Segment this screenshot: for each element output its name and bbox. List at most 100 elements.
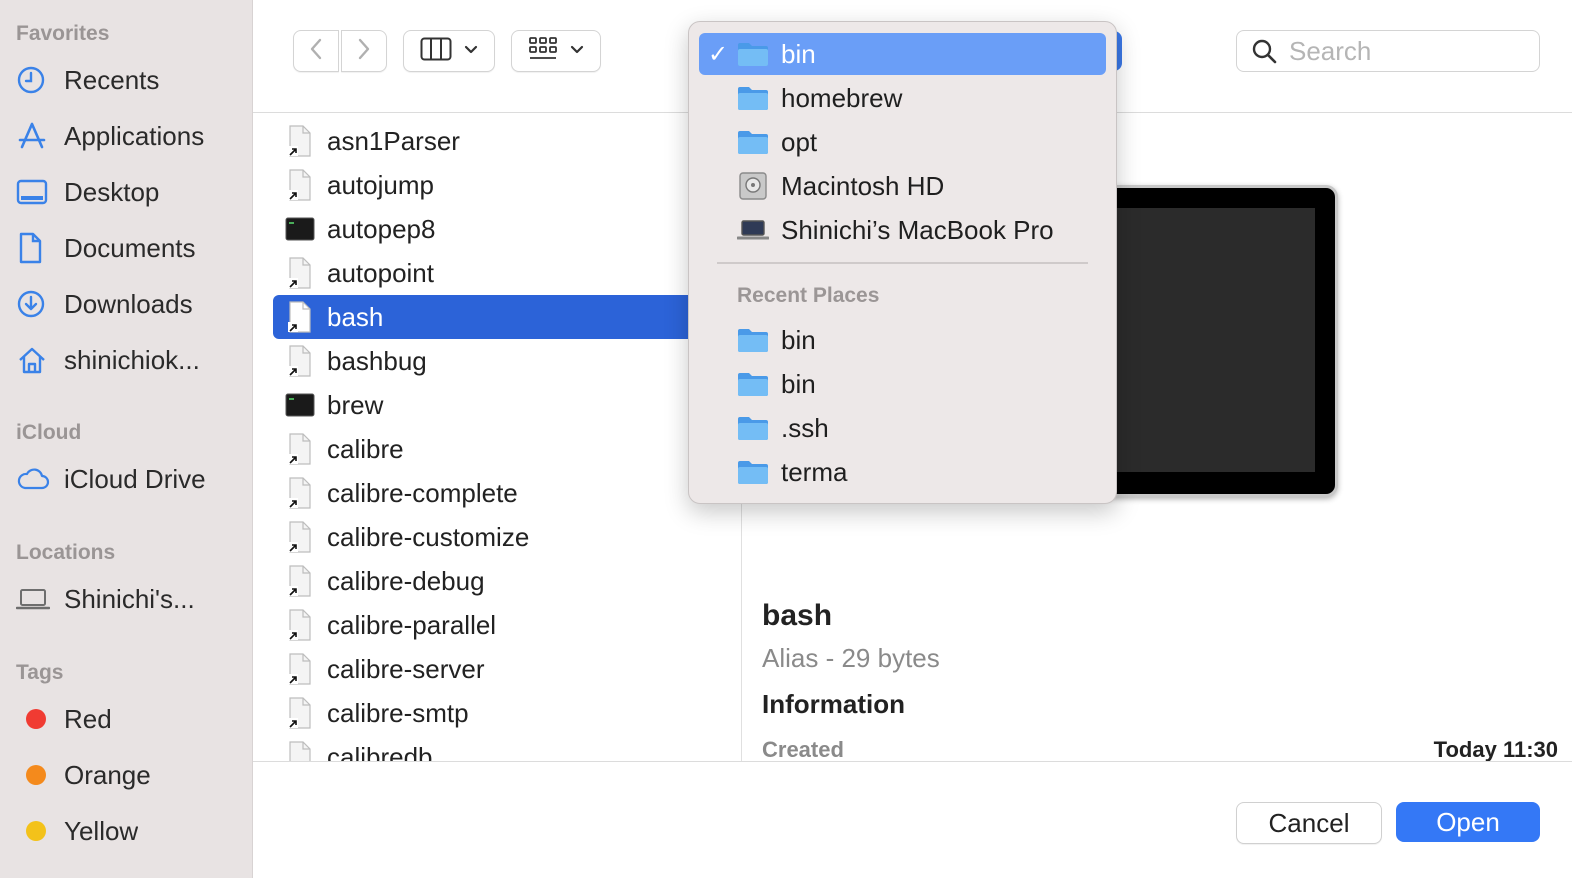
file-row-calibre-parallel[interactable]: calibre-parallel (273, 603, 703, 647)
sidebar-item-applications[interactable]: Applications (16, 114, 242, 158)
menu-item-homebrew[interactable]: homebrew (699, 77, 1106, 119)
alias-file-icon (285, 345, 315, 377)
menu-item-label: terma (781, 456, 848, 487)
applications-icon (16, 120, 54, 152)
preview-created-label: Created (762, 737, 844, 761)
menu-recent-ssh[interactable]: .ssh (699, 407, 1106, 449)
file-name: asn1Parser (327, 125, 460, 156)
sidebar-item-label: Shinichi's... (64, 583, 195, 614)
hard-drive-icon (737, 172, 769, 200)
sidebar-item-label: Recents (64, 64, 160, 95)
menu-item-macbook-pro[interactable]: Shinichi’s MacBook Pro (699, 209, 1106, 251)
sidebar-item-label: iCloud Drive (64, 463, 206, 494)
sidebar-item-downloads[interactable]: Downloads (16, 282, 242, 326)
file-name: calibre-debug (327, 565, 485, 596)
menu-recent-bin-2[interactable]: bin (699, 363, 1106, 405)
file-row-autopoint[interactable]: autopoint (273, 251, 703, 295)
file-name: calibre-customize (327, 521, 530, 552)
forward-button[interactable] (341, 30, 387, 72)
menu-item-label: homebrew (781, 82, 903, 113)
file-row-calibre-server[interactable]: calibre-server (273, 647, 703, 691)
search-field[interactable] (1236, 30, 1540, 72)
preview-created-value: Today 11:30 (1433, 737, 1558, 761)
menu-recent-terma[interactable]: terma (699, 451, 1106, 493)
file-row-calibre-customize[interactable]: calibre-customize (273, 515, 703, 559)
download-icon (16, 288, 54, 320)
group-by-button[interactable] (511, 30, 601, 72)
alias-file-icon (285, 125, 315, 157)
folder-icon (737, 84, 769, 112)
file-name: calibre (327, 433, 404, 464)
sidebar-item-desktop[interactable]: Desktop (16, 170, 242, 214)
file-row-bash[interactable]: bash (273, 295, 703, 339)
view-mode-button[interactable] (403, 30, 495, 72)
sidebar-tag-orange[interactable]: Orange (16, 753, 242, 797)
open-button[interactable]: Open (1396, 802, 1540, 842)
search-icon (1251, 38, 1277, 64)
menu-item-label: Macintosh HD (781, 170, 945, 201)
file-name: calibre-parallel (327, 609, 497, 640)
preview-filename: bash (762, 599, 833, 632)
file-row-brew[interactable]: brew (273, 383, 703, 427)
sidebar-item-label: Orange (64, 759, 151, 790)
file-name: autopoint (327, 257, 434, 288)
file-row-asn1Parser[interactable]: asn1Parser (273, 119, 703, 163)
menu-header-recent-places: Recent Places (737, 284, 880, 307)
sidebar-header-tags: Tags (16, 661, 64, 684)
file-row-autopep8[interactable]: autopep8 (273, 207, 703, 251)
folder-icon (737, 414, 769, 442)
file-name: calibredb (327, 741, 433, 762)
menu-separator (717, 262, 1088, 264)
file-row-autojump[interactable]: autojump (273, 163, 703, 207)
sidebar-item-documents[interactable]: Documents (16, 226, 242, 270)
sidebar-tag-red[interactable]: Red (16, 697, 242, 741)
cancel-button[interactable]: Cancel (1236, 802, 1382, 844)
menu-item-bin[interactable]: ✓ bin (699, 33, 1106, 75)
sidebar-item-label: Red (64, 703, 112, 734)
sidebar-tag-yellow[interactable]: Yellow (16, 809, 242, 853)
menu-recent-bin-1[interactable]: bin (699, 319, 1106, 361)
chevron-down-icon (464, 42, 478, 60)
file-name: calibre-complete (327, 477, 518, 508)
alias-file-icon (285, 433, 315, 465)
desktop-icon (16, 176, 54, 208)
sidebar-item-label: Downloads (64, 288, 193, 319)
folder-icon (737, 370, 769, 398)
file-row-calibredb[interactable]: calibredb (273, 735, 703, 761)
alias-file-icon (285, 609, 315, 641)
menu-item-macintosh-hd[interactable]: Macintosh HD (699, 165, 1106, 207)
search-input[interactable] (1287, 34, 1531, 68)
file-name: bashbug (327, 345, 427, 376)
sidebar-item-label: Yellow (64, 815, 139, 846)
file-row-bashbug[interactable]: bashbug (273, 339, 703, 383)
file-row-calibre-smtp[interactable]: calibre-smtp (273, 691, 703, 735)
sidebar: Favorites Recents Applications Desktop D… (0, 0, 253, 878)
alias-file-icon (285, 565, 315, 597)
cloud-icon (16, 463, 54, 495)
file-row-calibre-debug[interactable]: calibre-debug (273, 559, 703, 603)
terminal-exec-icon (285, 213, 315, 245)
folder-icon (737, 40, 769, 68)
menu-item-label: bin (781, 38, 816, 69)
menu-item-label: opt (781, 126, 818, 157)
sidebar-item-icloud-drive[interactable]: iCloud Drive (16, 457, 242, 501)
laptop-icon (16, 583, 54, 615)
file-name: autopep8 (327, 213, 436, 244)
folder-icon (737, 326, 769, 354)
bottom-bar: Cancel Open (253, 761, 1572, 879)
chevron-right-icon (357, 37, 371, 66)
file-name: calibre-smtp (327, 697, 469, 728)
sidebar-item-home[interactable]: shinichiok... (16, 338, 242, 382)
alias-file-icon (285, 301, 315, 333)
sidebar-item-recents[interactable]: Recents (16, 58, 242, 102)
laptop-icon (737, 216, 769, 244)
alias-file-icon (285, 741, 315, 761)
menu-item-opt[interactable]: opt (699, 121, 1106, 163)
file-row-calibre[interactable]: calibre (273, 427, 703, 471)
alias-file-icon (285, 697, 315, 729)
sidebar-item-macbook[interactable]: Shinichi's... (16, 577, 242, 621)
clock-icon (16, 64, 54, 96)
file-name: brew (327, 389, 384, 420)
file-row-calibre-complete[interactable]: calibre-complete (273, 471, 703, 515)
back-button[interactable] (293, 30, 339, 72)
